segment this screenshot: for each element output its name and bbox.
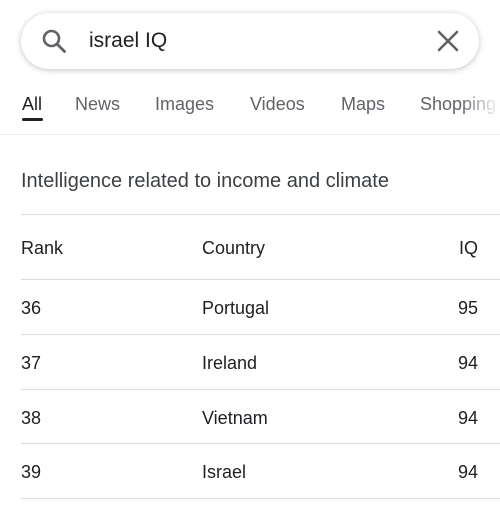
table-row: 36 Portugal 95 [21, 280, 500, 334]
rank-cell: 39 [21, 462, 42, 482]
table-row: 37 Ireland 94 [21, 335, 500, 389]
table-row: 38 Vietnam 94 [21, 390, 500, 444]
table-row: 39 Israel 94 [21, 444, 500, 498]
tab-videos[interactable]: Videos [250, 92, 305, 116]
column-header-iq: IQ [458, 238, 478, 258]
search-input[interactable]: israel IQ [89, 28, 167, 54]
search-tabs: All News Images Videos Maps Shopping [0, 88, 500, 134]
table-header-row: Rank Country IQ [21, 214, 500, 268]
card-title: Intelligence related to income and clima… [21, 170, 389, 192]
table-divider [21, 498, 500, 499]
tab-maps[interactable]: Maps [341, 92, 385, 116]
iq-cell: 94 [457, 408, 478, 428]
tab-shopping[interactable]: Shopping [420, 92, 496, 116]
active-tab-indicator [22, 118, 43, 121]
tab-images[interactable]: Images [155, 92, 214, 116]
iq-cell: 95 [457, 298, 478, 318]
tab-news[interactable]: News [75, 92, 120, 116]
rank-cell: 36 [21, 298, 42, 318]
search-icon[interactable] [40, 27, 68, 55]
header-divider [0, 134, 500, 135]
search-bar[interactable]: israel IQ [21, 13, 479, 69]
rank-cell: 38 [21, 408, 42, 428]
country-cell: Portugal [202, 298, 270, 318]
country-cell: Vietnam [202, 408, 268, 428]
tab-all[interactable]: All [22, 92, 42, 116]
close-icon[interactable] [434, 27, 462, 55]
country-cell: Israel [202, 462, 247, 482]
iq-cell: 94 [457, 353, 478, 373]
country-cell: Ireland [202, 353, 258, 373]
rank-cell: 37 [21, 353, 42, 373]
column-header-country: Country [202, 238, 266, 258]
iq-cell: 94 [457, 462, 478, 482]
column-header-rank: Rank [21, 238, 64, 258]
